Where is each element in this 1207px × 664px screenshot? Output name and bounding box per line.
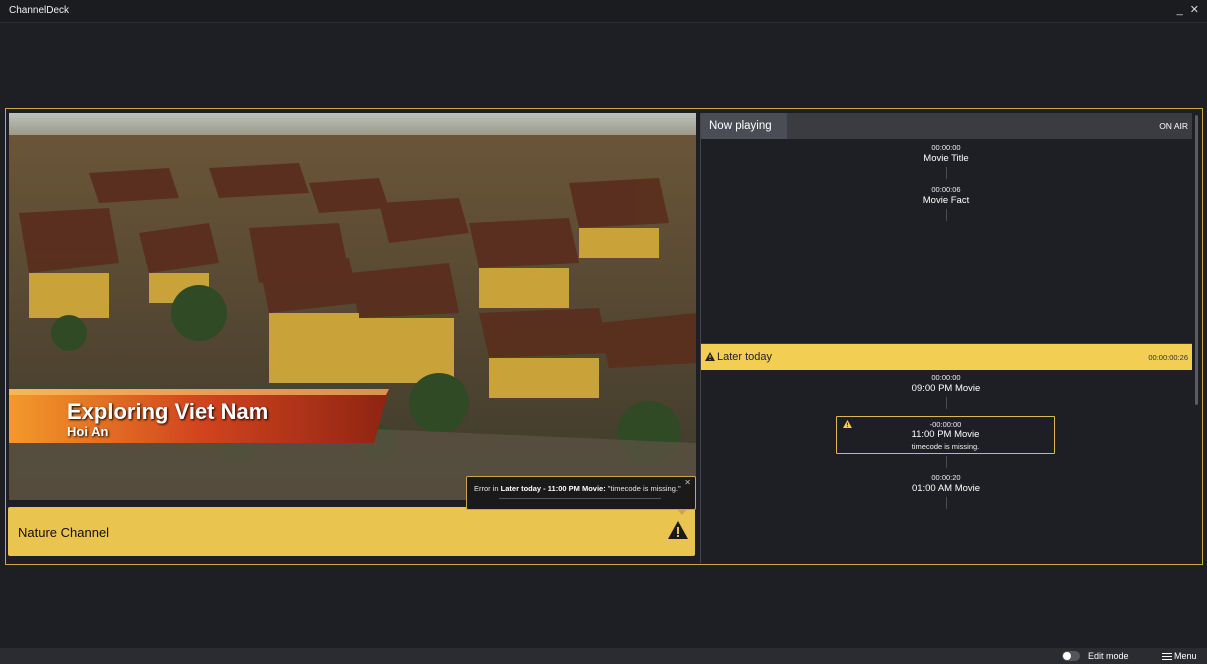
timeline-connector: [946, 456, 947, 468]
video-frame-image: [9, 113, 696, 500]
timeline-connector: [946, 397, 947, 409]
tab-now-playing[interactable]: Now playing: [701, 113, 787, 139]
on-air-status: ON AIR: [1159, 121, 1188, 131]
edit-mode-toggle[interactable]: [1062, 651, 1080, 661]
item-title: 09:00 PM Movie: [911, 383, 981, 394]
item-time: 00:00:20: [931, 473, 961, 482]
warning-triangle-icon: [705, 352, 715, 361]
later-today-header[interactable]: Later today 00:00:00:26: [701, 344, 1192, 370]
item-time: 00:00:00: [931, 143, 961, 152]
timeline-connector: [946, 209, 947, 221]
list-item[interactable]: 00:00:20 01:00 AM Movie: [856, 473, 1036, 494]
lower-third-subtitle: Hoi An: [67, 424, 109, 439]
status-bar: Edit mode Menu: [0, 648, 1207, 664]
later-today-duration: 00:00:00:26: [1148, 353, 1188, 362]
error-tooltip-location: Later today - 11:00 PM Movie:: [500, 484, 606, 493]
now-playing-label: Now playing: [709, 120, 772, 132]
error-tooltip-prefix: Error in: [474, 484, 501, 493]
later-today-label: Later today: [717, 351, 773, 363]
list-item-error[interactable]: -00:00:00 11:00 PM Movie timecode is mis…: [836, 416, 1055, 454]
tooltip-arrow: [677, 509, 687, 515]
item-time: -00:00:00: [929, 420, 962, 429]
window-title: ChannelDeck: [9, 5, 70, 16]
window-controls[interactable]: _ ✕: [1177, 3, 1201, 16]
now-playing-header: Now playing ON AIR: [701, 113, 1192, 139]
toggle-knob: [1063, 652, 1071, 660]
item-title: Movie Fact: [922, 195, 970, 206]
tooltip-divider: [499, 498, 661, 499]
timeline-connector: [946, 167, 947, 179]
list-item[interactable]: 00:00:00 09:00 PM Movie: [856, 373, 1036, 394]
video-preview[interactable]: Exploring Viet Nam Hoi An: [9, 113, 696, 500]
lower-third-title: Exploring Viet Nam: [67, 399, 269, 424]
error-tooltip-text: "timecode is missing.": [605, 484, 681, 493]
item-title: Movie Title: [923, 153, 969, 164]
channel-name: Nature Channel: [18, 525, 110, 540]
item-time: 00:00:00: [931, 373, 961, 382]
item-title: 11:00 PM Movie: [911, 429, 980, 440]
list-item[interactable]: 00:00:06 Movie Fact: [856, 185, 1036, 206]
now-playing-list: 00:00:00 Movie Title 00:00:06 Movie Fact: [701, 139, 1192, 344]
later-today-list: 00:00:00 09:00 PM Movie -00:00:00 11:00 …: [701, 370, 1192, 563]
list-item[interactable]: 00:00:00 Movie Title: [856, 143, 1036, 164]
item-time: 00:00:06: [931, 185, 961, 194]
error-tooltip: Error in Later today - 11:00 PM Movie: "…: [466, 476, 696, 515]
title-bar: ChannelDeck _ ✕: [0, 0, 1207, 23]
hamburger-icon: [1162, 651, 1172, 662]
playlist-panel: Now playing ON AIR 00:00:00 Movie Title …: [700, 113, 1192, 563]
menu-button[interactable]: Menu: [1162, 651, 1197, 662]
playlist-scrollbar[interactable]: [1195, 115, 1198, 405]
close-icon[interactable]: ✕: [684, 478, 691, 487]
menu-label: Menu: [1174, 651, 1197, 661]
channel-bar[interactable]: Nature Channel: [8, 507, 695, 556]
item-error-text: timecode is missing.: [911, 442, 980, 451]
error-tooltip-message: Error in Later today - 11:00 PM Movie: "…: [474, 484, 681, 493]
warning-triangle-icon[interactable]: [667, 520, 689, 540]
edit-mode-label: Edit mode: [1088, 651, 1129, 661]
timeline-connector: [946, 497, 947, 509]
item-title: 01:00 AM Movie: [911, 483, 981, 494]
